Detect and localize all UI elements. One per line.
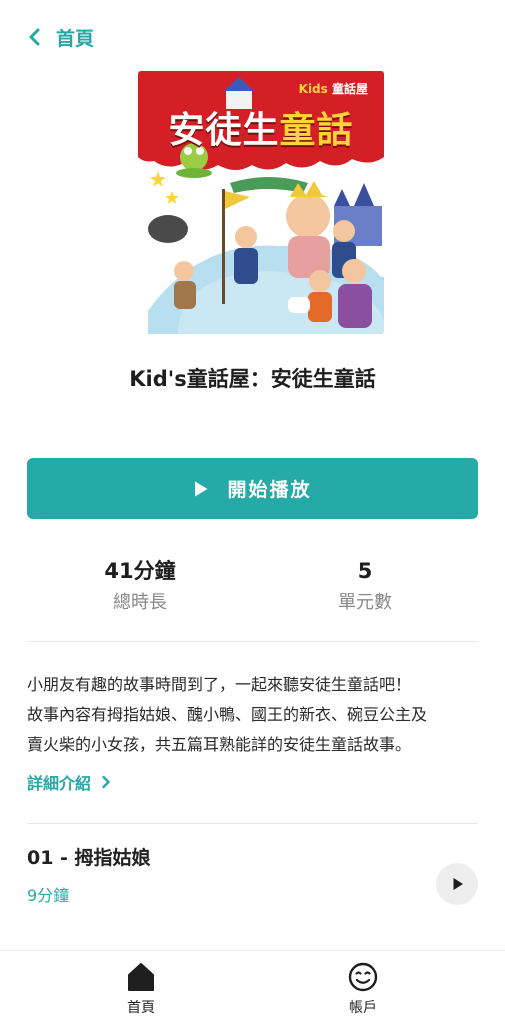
smiley-face-icon	[348, 962, 378, 992]
tab-account[interactable]: 帳戶	[303, 961, 423, 1017]
cover-title-accent: 童話	[279, 110, 354, 151]
episode-title: 01 - 拇指姑娘	[27, 847, 151, 869]
bottom-tab-bar: 首頁 帳戶	[0, 950, 505, 1025]
tab-account-label: 帳戶	[349, 1000, 377, 1016]
chevron-left-icon	[29, 28, 40, 46]
details-link[interactable]: 詳細介紹	[27, 770, 111, 794]
total-duration-label: 總時長	[113, 592, 167, 613]
tab-home-label: 首頁	[127, 1000, 155, 1016]
start-play-label: 開始播放	[227, 479, 312, 501]
unit-count-stat: 5 單元數	[265, 556, 465, 614]
details-link-label: 詳細介紹	[27, 774, 92, 793]
book-cover-image: Kids 童話屋 安徒生童話	[138, 71, 384, 334]
play-icon	[453, 878, 463, 890]
top-bar: 首頁	[0, 0, 505, 72]
cover-brand-suffix: 童話屋	[331, 82, 368, 96]
unit-count-value: 5	[357, 559, 373, 583]
cover-title-main: 安徒生	[168, 110, 280, 151]
tab-home[interactable]: 首頁	[81, 961, 201, 1017]
total-duration-stat: 41分鐘 總時長	[40, 556, 240, 614]
episode-play-button[interactable]	[436, 863, 478, 905]
divider	[27, 641, 478, 642]
home-icon	[128, 963, 154, 991]
description: 小朋友有趣的故事時間到了，一起來聽安徒生童話吧！ 故事內容有拇指姑娘、醜小鴨、國…	[27, 670, 478, 760]
total-duration-value: 41分鐘	[104, 559, 176, 583]
description-line: 故事內容有拇指姑娘、醜小鴨、國王的新衣、碗豆公主及	[27, 705, 428, 724]
description-line: 賣火柴的小女孩，共五篇耳熟能詳的安徒生童話故事。	[27, 735, 412, 754]
book-title: Kid's童話屋：安徒生童話	[129, 367, 376, 391]
description-line: 小朋友有趣的故事時間到了，一起來聽安徒生童話吧！	[27, 675, 412, 694]
back-button[interactable]: 首頁	[26, 20, 94, 54]
cover-brand-prefix: Kids	[298, 82, 328, 96]
back-label: 首頁	[56, 27, 95, 50]
play-icon	[195, 481, 208, 496]
episode-duration: 9分鐘	[27, 886, 70, 905]
divider	[27, 823, 478, 824]
chevron-right-icon	[102, 775, 110, 789]
episode-item[interactable]: 01 - 拇指姑娘 9分鐘	[27, 843, 478, 923]
cover-title: 安徒生童話	[138, 101, 384, 153]
stats-row: 41分鐘 總時長 5 單元數	[27, 556, 478, 616]
unit-count-label: 單元數	[338, 592, 392, 613]
start-play-button[interactable]: 開始播放	[27, 458, 478, 519]
cover-brand: Kids 童話屋	[299, 80, 368, 97]
